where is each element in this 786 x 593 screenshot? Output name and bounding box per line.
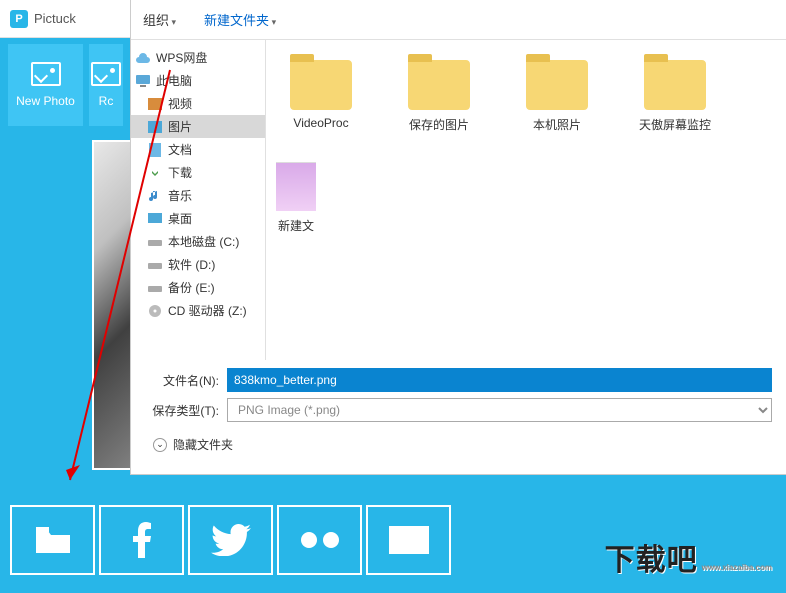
pictures-icon bbox=[147, 120, 163, 134]
folder-item[interactable]: 保存的图片 bbox=[394, 60, 484, 133]
photo-preview bbox=[92, 140, 134, 470]
folder-icon bbox=[526, 60, 588, 110]
tree-desktop[interactable]: 桌面 bbox=[131, 207, 265, 230]
tree-drive-c[interactable]: 本地磁盘 (C:) bbox=[131, 230, 265, 253]
watermark: 下载吧 www.xiazaiba.com bbox=[605, 535, 772, 579]
folder-item[interactable]: 本机照片 bbox=[512, 60, 602, 133]
photo-icon bbox=[31, 62, 61, 86]
folder-icon bbox=[276, 161, 316, 211]
second-tool-button[interactable]: Rc bbox=[89, 44, 123, 126]
tree-video[interactable]: 视频 bbox=[131, 92, 265, 115]
app-logo-icon: P bbox=[10, 10, 28, 28]
cloud-icon bbox=[135, 51, 151, 65]
organize-menu[interactable]: 组织 bbox=[143, 10, 176, 29]
hide-folders-toggle[interactable]: ⌄ 隐藏文件夹 bbox=[145, 428, 772, 453]
drive-icon bbox=[147, 281, 163, 295]
app-titlebar: P Pictuck bbox=[0, 0, 130, 38]
cd-icon bbox=[147, 304, 163, 318]
nav-tree: WPS网盘 此电脑 视频 图片 文档 下载 音乐 桌面 本地磁盘 (C:) 软件… bbox=[131, 40, 266, 360]
folder-item[interactable]: 新建文 bbox=[276, 161, 316, 234]
save-dialog: 组织 新建文件夹 WPS网盘 此电脑 视频 图片 文档 下载 音乐 桌面 本地磁… bbox=[130, 0, 786, 475]
filename-label: 文件名(N): bbox=[145, 372, 219, 389]
tool-icon bbox=[91, 62, 121, 86]
new-folder-button[interactable]: 新建文件夹 bbox=[204, 10, 276, 29]
folder-item[interactable]: 天傲屏幕监控 bbox=[630, 60, 720, 133]
filetype-select[interactable]: PNG Image (*.png) bbox=[227, 398, 772, 422]
email-icon bbox=[389, 526, 429, 554]
tree-pictures[interactable]: 图片 bbox=[131, 115, 265, 138]
new-photo-button[interactable]: New Photo bbox=[8, 44, 83, 126]
folder-icon bbox=[290, 60, 352, 110]
drive-icon bbox=[147, 258, 163, 272]
folder-list[interactable]: VideoProc 保存的图片 本机照片 天傲屏幕监控 新建文 bbox=[266, 40, 786, 360]
download-icon bbox=[147, 166, 163, 180]
share-flickr-button[interactable] bbox=[277, 505, 362, 575]
tree-wps[interactable]: WPS网盘 bbox=[131, 46, 265, 69]
share-folder-button[interactable] bbox=[10, 505, 95, 575]
app-name: Pictuck bbox=[34, 11, 76, 26]
folder-item[interactable]: VideoProc bbox=[276, 60, 366, 133]
doc-icon bbox=[147, 143, 163, 157]
chevron-down-icon: ⌄ bbox=[153, 438, 167, 452]
flickr-icon bbox=[300, 531, 340, 549]
drive-icon bbox=[147, 235, 163, 249]
facebook-icon bbox=[133, 522, 151, 558]
tree-documents[interactable]: 文档 bbox=[131, 138, 265, 161]
desktop-icon bbox=[147, 212, 163, 226]
tree-downloads[interactable]: 下载 bbox=[131, 161, 265, 184]
folder-icon bbox=[644, 60, 706, 110]
tree-cd-drive[interactable]: CD 驱动器 (Z:) bbox=[131, 299, 265, 322]
tree-music[interactable]: 音乐 bbox=[131, 184, 265, 207]
share-facebook-button[interactable] bbox=[99, 505, 184, 575]
video-icon bbox=[147, 97, 163, 111]
filename-input[interactable] bbox=[227, 368, 772, 392]
pc-icon bbox=[135, 74, 151, 88]
filetype-label: 保存类型(T): bbox=[145, 402, 219, 419]
tree-drive-d[interactable]: 软件 (D:) bbox=[131, 253, 265, 276]
tree-thispc[interactable]: 此电脑 bbox=[131, 69, 265, 92]
share-twitter-button[interactable] bbox=[188, 505, 273, 575]
dialog-toolbar: 组织 新建文件夹 bbox=[131, 0, 786, 40]
folder-icon bbox=[34, 525, 72, 555]
tree-drive-e[interactable]: 备份 (E:) bbox=[131, 276, 265, 299]
folder-icon bbox=[408, 60, 470, 110]
twitter-icon bbox=[211, 524, 251, 556]
music-icon bbox=[147, 189, 163, 203]
share-email-button[interactable] bbox=[366, 505, 451, 575]
